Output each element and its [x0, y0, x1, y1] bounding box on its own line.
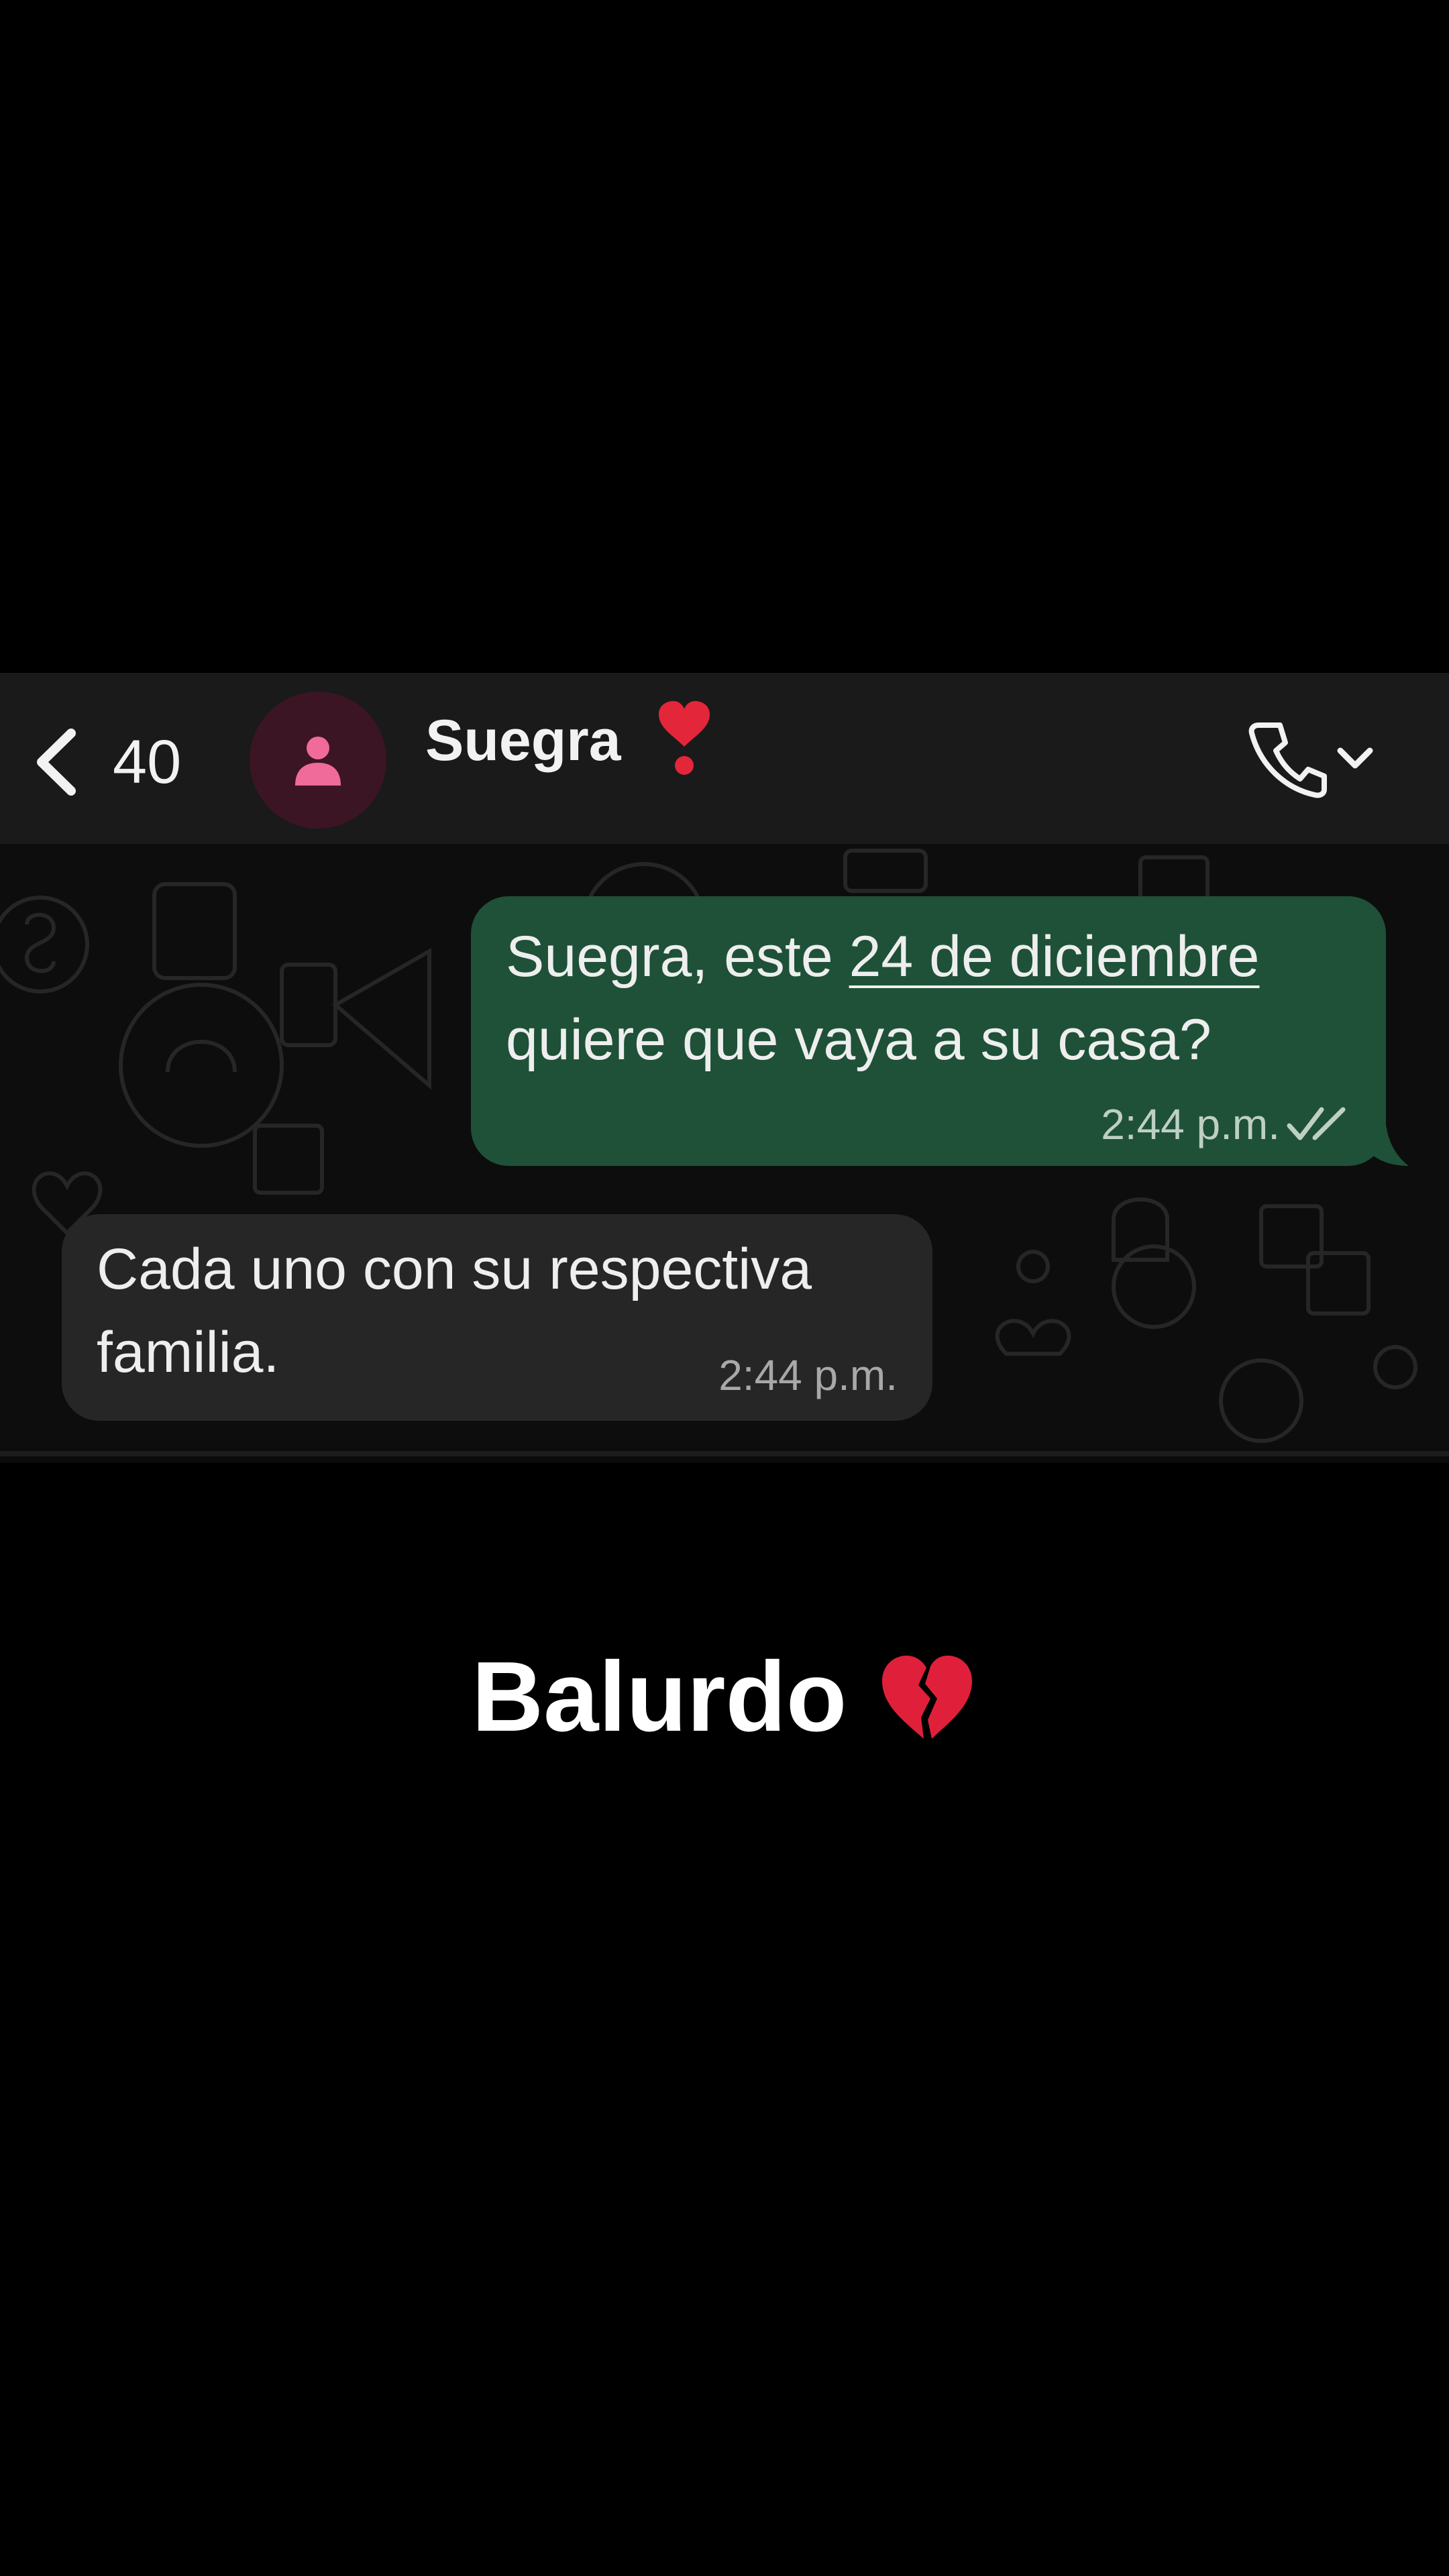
message-line: Suegra, este 24 de diciembre — [506, 915, 1259, 998]
message-text: quiere que vaya a su casa? — [506, 1008, 1212, 1072]
chat-header: 40 Suegra — [0, 673, 1449, 844]
heavy-heart-exclamation-icon — [659, 701, 710, 775]
message-text: familia. — [97, 1320, 280, 1385]
chat-body: Suegra, este 24 de diciembre quiere que … — [0, 844, 1449, 1451]
bubble-tail — [1368, 1124, 1409, 1166]
contact-name[interactable]: Suegra — [425, 704, 621, 777]
message-timestamp: 2:44 p.m. — [718, 1351, 898, 1399]
message-text: Suegra, este — [506, 924, 849, 989]
avatar[interactable] — [250, 692, 386, 828]
message-timestamp: 2:44 p.m. — [1101, 1100, 1280, 1148]
incoming-message[interactable]: Cada uno con su respectiva familia. 2:44… — [62, 1214, 932, 1421]
double-check-icon — [1287, 1107, 1346, 1140]
back-unread-count[interactable]: 40 — [113, 725, 181, 799]
back-chevron-icon[interactable] — [30, 725, 83, 799]
phone-icon[interactable] — [1248, 720, 1327, 799]
chat-screenshot: 40 Suegra Suegra, este 24 de diciembre q… — [0, 673, 1449, 1463]
date-link[interactable]: 24 de diciembre — [849, 924, 1260, 989]
chevron-down-icon[interactable] — [1335, 743, 1375, 773]
message-text: Cada uno con su respectiva — [97, 1237, 812, 1301]
caption: Balurdo — [0, 1637, 1449, 1758]
divider — [0, 1451, 1449, 1456]
broken-heart-icon — [881, 1656, 972, 1739]
outgoing-message[interactable]: Suegra, este 24 de diciembre quiere que … — [471, 896, 1386, 1166]
person-icon — [295, 737, 341, 786]
caption-text: Balurdo — [472, 1642, 847, 1752]
